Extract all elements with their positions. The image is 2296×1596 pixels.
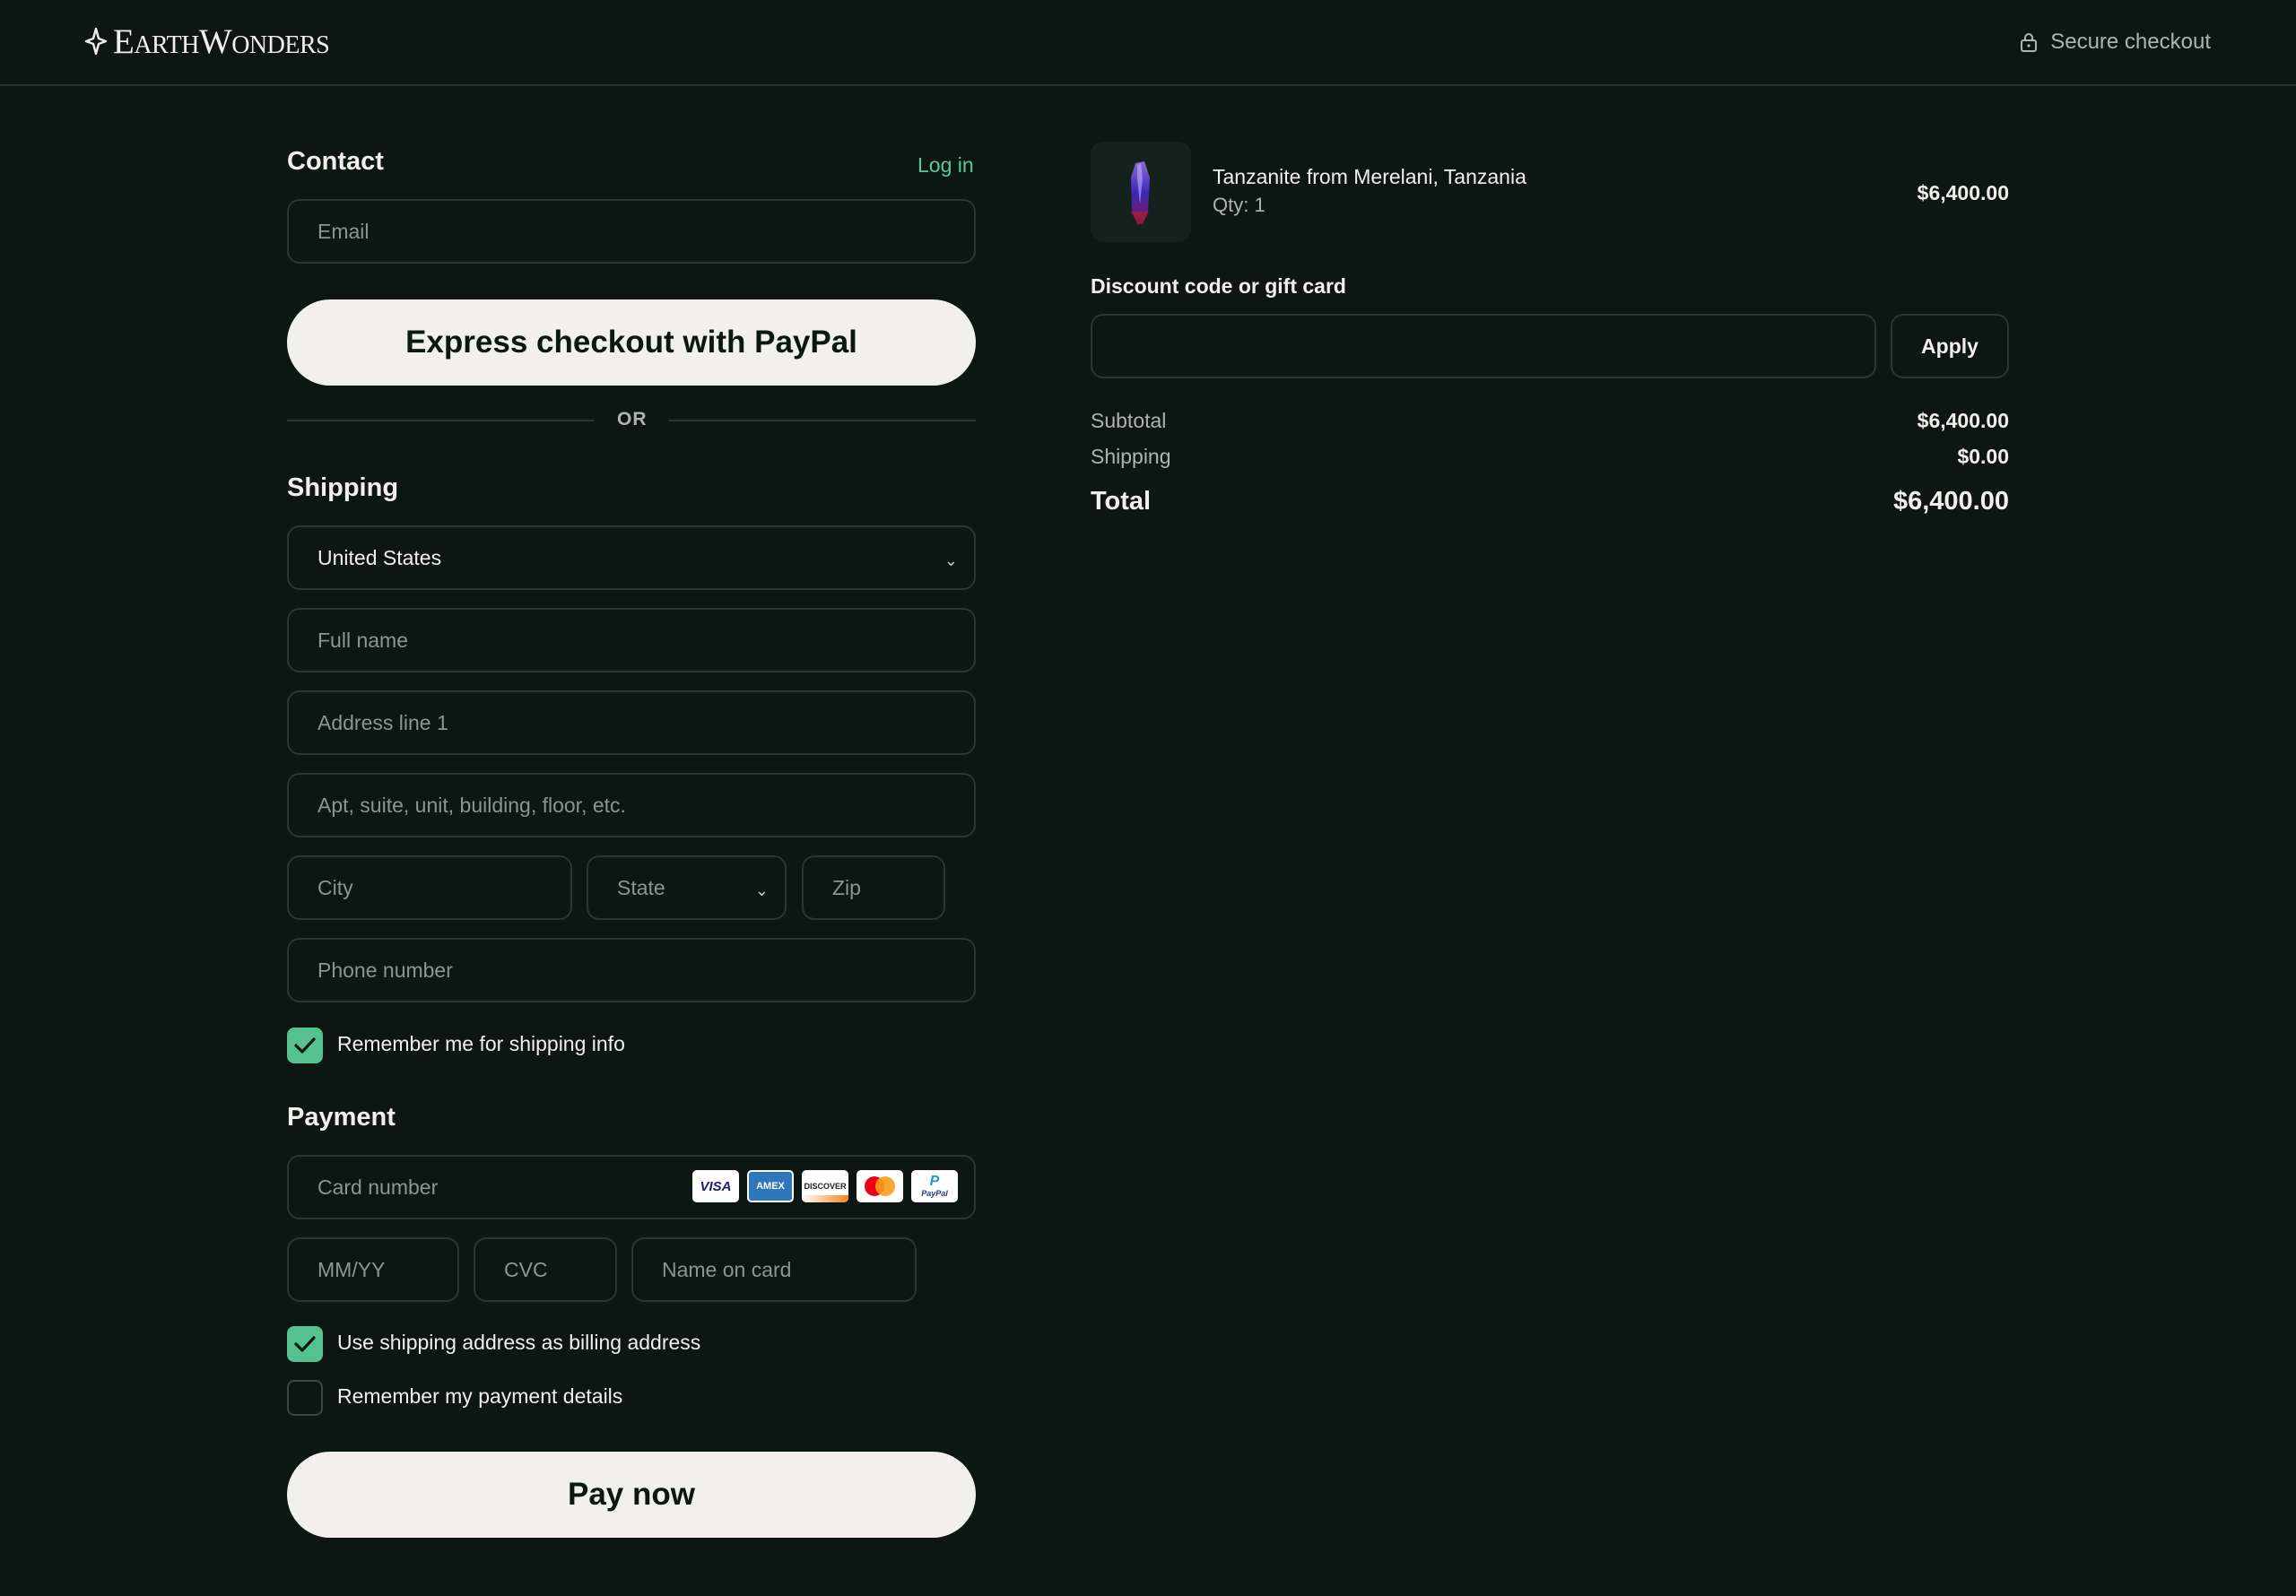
full-name-field[interactable]: Full name	[287, 608, 976, 672]
total-value: $6,400.00	[1892, 487, 2009, 516]
paypal-express-button[interactable]: Express checkout with PayPal	[287, 299, 976, 386]
brand-logo[interactable]: EARTHWONDERS	[84, 22, 330, 61]
remember-shipping-label: Remember me for shipping info	[337, 1032, 625, 1055]
log-in-link[interactable]: Log in	[918, 153, 974, 178]
shipping-cost-label: Shipping	[1091, 445, 1171, 468]
zip-field[interactable]: Zip	[802, 855, 945, 920]
visa-icon: VISA	[692, 1170, 739, 1202]
mastercard-icon	[857, 1170, 903, 1202]
country-select[interactable]: United States ⌄	[287, 525, 976, 590]
cvc-field[interactable]: CVC	[474, 1237, 617, 1302]
payment-title: Payment	[287, 1103, 396, 1132]
chevron-down-icon: ⌄	[944, 551, 958, 569]
amex-icon: AMEX	[747, 1170, 794, 1202]
expiry-field[interactable]: MM/YY	[287, 1237, 459, 1302]
discount-label: Discount code or gift card	[1091, 274, 1346, 298]
chevron-down-icon: ⌄	[754, 881, 769, 899]
secure-checkout: Secure checkout	[2020, 27, 2211, 57]
subtotal-value: $6,400.00	[1917, 409, 2009, 432]
check-icon	[294, 1336, 316, 1352]
gem-logo-icon	[84, 27, 108, 56]
or-label: OR	[617, 409, 648, 429]
state-placeholder: State	[617, 875, 665, 899]
or-divider-left	[287, 420, 595, 421]
billing-same-label: Use shipping address as billing address	[337, 1331, 701, 1354]
lock-icon	[2021, 33, 2038, 52]
address-line-1-field[interactable]: Address line 1	[287, 690, 976, 755]
or-divider-right	[668, 420, 976, 421]
subtotal-label: Subtotal	[1091, 409, 1167, 432]
top-header: EARTHWONDERS Secure checkout	[0, 0, 2296, 86]
total-label: Total	[1091, 487, 1152, 516]
product-thumbnail	[1091, 142, 1191, 242]
remember-payment-checkbox[interactable]	[287, 1380, 323, 1416]
billing-same-checkbox[interactable]	[287, 1326, 323, 1362]
pay-now-button[interactable]: Pay now	[287, 1452, 976, 1538]
paypal-icon: P PayPal	[911, 1170, 958, 1202]
apply-discount-button[interactable]: Apply	[1891, 314, 2009, 378]
name-on-card-field[interactable]: Name on card	[631, 1237, 917, 1302]
remember-shipping-checkbox[interactable]	[287, 1028, 323, 1063]
item-price: $6,400.00	[1917, 181, 2009, 204]
card-number-field[interactable]: Card number VISA AMEX DISCOVER P PayPal	[287, 1155, 976, 1219]
card-number-placeholder: Card number	[317, 1175, 439, 1199]
phone-field[interactable]: Phone number	[287, 938, 976, 1002]
shipping-title: Shipping	[287, 473, 399, 502]
item-title: Tanzanite from Merelani, Tanzania	[1213, 165, 1526, 188]
brand-name: EARTHWONDERS	[113, 22, 330, 61]
discount-code-input[interactable]	[1091, 314, 1876, 378]
contact-title: Contact	[287, 147, 384, 176]
city-field[interactable]: City	[287, 855, 572, 920]
tanzanite-gem-image	[1131, 161, 1150, 224]
discover-icon: DISCOVER	[802, 1170, 848, 1202]
check-icon	[294, 1037, 316, 1054]
country-value: United States	[317, 545, 442, 569]
state-select[interactable]: State ⌄	[587, 855, 787, 920]
shipping-cost-value: $0.00	[1957, 445, 2009, 468]
secure-checkout-label: Secure checkout	[2050, 30, 2211, 54]
email-field[interactable]: Email	[287, 199, 976, 264]
item-quantity: Qty: 1	[1213, 194, 1265, 216]
card-brand-icons: VISA AMEX DISCOVER P PayPal	[692, 1170, 958, 1202]
address-line-2-field[interactable]: Apt, suite, unit, building, floor, etc.	[287, 773, 976, 837]
remember-payment-label: Remember my payment details	[337, 1384, 623, 1408]
